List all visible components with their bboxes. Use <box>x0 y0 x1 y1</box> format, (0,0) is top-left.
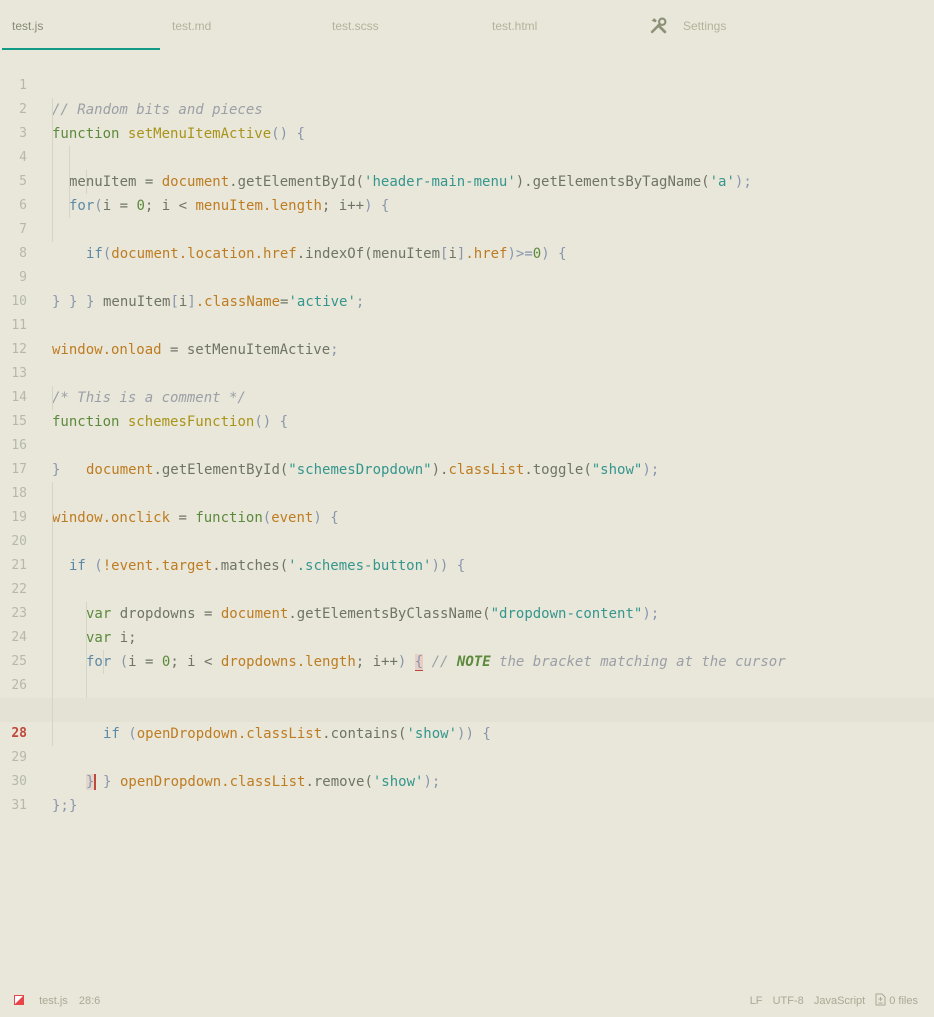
code-line: 25 if (openDropdown.classList.contains('… <box>0 626 934 742</box>
indent-guide <box>103 650 104 674</box>
code-line: 15 document.getElementById("schemesDropd… <box>0 386 934 478</box>
indent-guide <box>52 218 53 242</box>
status-files-count: 0 files <box>889 995 918 1007</box>
current-line: 28 } <box>0 698 934 790</box>
code-line: 7 } <box>0 194 934 310</box>
line-number: 31 <box>11 798 27 813</box>
code-line: 11 window.onload = setMenuItemActive; <box>0 290 934 358</box>
code-line: 22 var i; <box>0 554 934 646</box>
indent-guide <box>52 386 53 410</box>
indent-guide <box>52 698 53 722</box>
indent-guide <box>52 98 53 122</box>
tab-settings[interactable]: Settings <box>650 0 726 50</box>
indent-guide <box>86 602 87 626</box>
code-line: 16 } <box>0 410 934 478</box>
code-line: 19 if (!event.target.matches('.schemes-b… <box>0 482 934 574</box>
code-line: 29 } <box>0 722 934 814</box>
code-line: 26 openDropdown.classList.remove('show')… <box>0 650 934 790</box>
code-line: 24 var openDropdown = dropdowns[i]; <box>0 602 934 718</box>
indent-guide <box>86 650 87 674</box>
tab-label: test.scss <box>332 19 379 33</box>
indent-guide <box>69 194 70 218</box>
indent-guide <box>52 482 53 506</box>
indent-guide <box>52 122 53 146</box>
indent-guide <box>52 194 53 218</box>
indent-guide <box>86 170 87 194</box>
tab-test-md[interactable]: test.md <box>160 0 320 50</box>
code-line: 8 } <box>0 218 934 310</box>
indent-guide <box>86 674 87 698</box>
status-line-ending[interactable]: LF <box>750 988 763 1014</box>
indent-guide <box>52 554 53 578</box>
code-line: 18 window.onclick = function(event) { <box>0 458 934 526</box>
code-line: 13 /* This is a comment */ <box>0 338 934 406</box>
code-line: 4 for(i = 0; i < menuItem.length; i++) { <box>0 122 934 214</box>
indent-guide <box>52 506 53 530</box>
git-status[interactable]: 0 files <box>875 988 918 1014</box>
status-encoding[interactable]: UTF-8 <box>773 988 804 1014</box>
code-line: 3 menuItem = document.getElementById('he… <box>0 98 934 190</box>
code-line: 14 function schemesFunction() { <box>0 362 934 430</box>
tab-label: test.md <box>172 19 212 33</box>
indent-guide <box>52 722 53 746</box>
indent-guide <box>52 578 53 602</box>
tab-test-scss[interactable]: test.scss <box>320 0 480 50</box>
tab-test-html[interactable]: test.html <box>480 0 640 50</box>
code-token: }; <box>52 798 69 814</box>
indent-guide <box>69 170 70 194</box>
indent-guide <box>52 530 53 554</box>
indent-guide <box>86 626 87 650</box>
code-token: } <box>69 798 78 814</box>
code-line: 27 } <box>0 674 934 790</box>
code-line: 17 <box>0 434 934 477</box>
code-line: 9 } <box>0 242 934 310</box>
indent-guide <box>52 650 53 674</box>
status-filename[interactable]: test.js <box>39 988 68 1014</box>
indent-guide <box>52 626 53 650</box>
code-line: 23 for (i = 0; i < dropdowns.length; i++… <box>0 578 934 671</box>
tab-label: test.html <box>492 19 538 33</box>
tab-test-js[interactable]: test.js <box>0 0 160 50</box>
status-bar: test.js 28:6 LF UTF-8 JavaScript 0 files <box>0 988 934 1014</box>
indent-guide <box>52 602 53 626</box>
tab-label: test.js <box>12 19 44 33</box>
status-grammar[interactable]: JavaScript <box>814 988 865 1014</box>
tools-icon <box>650 17 667 34</box>
code-line: 5 if(document.location.href.indexOf(menu… <box>0 146 934 262</box>
code-line: 31 <box>0 770 934 813</box>
code-line: 12 <box>0 314 934 357</box>
lint-status-icon[interactable] <box>14 995 24 1005</box>
file-diff-icon <box>875 993 886 1006</box>
indent-guide <box>69 146 70 170</box>
code-line: 2 function setMenuItemActive() { <box>0 74 934 142</box>
indent-guide <box>52 170 53 194</box>
tab-bar: test.js test.md test.scss test.html Sett… <box>0 0 934 50</box>
indent-guide <box>52 146 53 170</box>
code-line: 10 <box>0 266 934 309</box>
code-line: 6 menuItem[i].className='active'; <box>0 170 934 310</box>
status-cursor-position[interactable]: 28:6 <box>79 988 100 1014</box>
code-editor[interactable]: 1 // Random bits and pieces 2 function s… <box>0 50 934 814</box>
code-line: 1 // Random bits and pieces <box>0 50 934 118</box>
code-line: 30 }; <box>0 746 934 814</box>
indent-guide <box>52 674 53 698</box>
code-line: 21 var dropdowns = document.getElementsB… <box>0 530 934 622</box>
code-line: 20 <box>0 506 934 549</box>
